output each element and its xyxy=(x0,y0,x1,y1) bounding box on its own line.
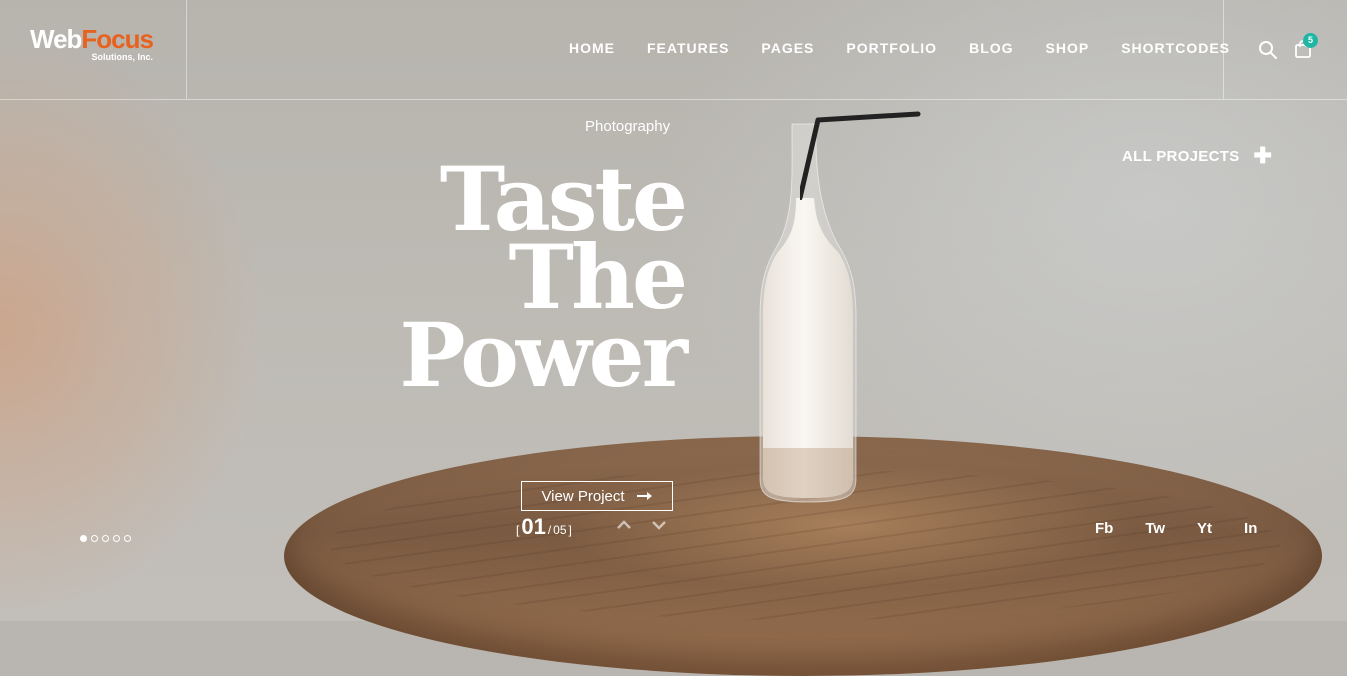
nav-item-features[interactable]: FEATURES xyxy=(647,40,729,56)
current-slide-number: 01 xyxy=(521,514,546,539)
arrow-right-icon xyxy=(636,492,652,500)
slider-pagination xyxy=(80,535,131,542)
chevron-down-icon[interactable] xyxy=(652,520,666,530)
logo-container: WebFocus Solutions, Inc. xyxy=(0,0,187,99)
nav-item-blog[interactable]: BLOG xyxy=(969,40,1013,56)
hero-title: Taste The Power xyxy=(380,155,688,407)
counter-separator: / xyxy=(547,523,552,537)
project-category[interactable]: Photography xyxy=(585,118,670,135)
nav-item-pages[interactable]: PAGES xyxy=(761,40,814,56)
social-link-facebook[interactable]: Fb xyxy=(1095,520,1113,537)
slider-dot-5[interactable] xyxy=(124,535,131,542)
hero-title-line-3: Power xyxy=(399,303,688,407)
logo-text-focus: Focus xyxy=(81,24,154,54)
main-navigation: HOME FEATURES PAGES PORTFOLIO BLOG SHOP … xyxy=(569,40,1262,56)
slider-dot-2[interactable] xyxy=(91,535,98,542)
header-actions: 5 xyxy=(1223,0,1347,99)
plus-icon: ✚ xyxy=(1253,143,1273,168)
all-projects-link[interactable]: ALL PROJECTS ✚ xyxy=(1122,145,1272,167)
straw xyxy=(800,111,921,200)
nav-item-shop[interactable]: SHOP xyxy=(1046,40,1090,56)
slide-counter: [ 01 / 05 ] xyxy=(516,514,572,540)
social-link-linkedin[interactable]: In xyxy=(1244,520,1257,537)
site-logo[interactable]: WebFocus Solutions, Inc. xyxy=(30,24,154,62)
cart-count-badge: 5 xyxy=(1303,33,1318,48)
slider-dot-3[interactable] xyxy=(102,535,109,542)
social-link-twitter[interactable]: Tw xyxy=(1145,520,1165,537)
counter-bracket-close: ] xyxy=(568,523,572,537)
search-icon[interactable] xyxy=(1258,40,1278,60)
site-header: WebFocus Solutions, Inc. HOME FEATURES P… xyxy=(0,0,1347,100)
all-projects-label: ALL PROJECTS xyxy=(1122,147,1240,165)
total-slides-number: 05 xyxy=(553,523,567,537)
nav-item-shortcodes[interactable]: SHORTCODES xyxy=(1121,40,1230,56)
social-links: Fb Tw Yt In xyxy=(1095,520,1289,537)
logo-text-web: Web xyxy=(30,24,82,54)
slider-dot-4[interactable] xyxy=(113,535,120,542)
nav-item-portfolio[interactable]: PORTFOLIO xyxy=(846,40,937,56)
slider-dot-1[interactable] xyxy=(80,535,87,542)
social-link-youtube[interactable]: Yt xyxy=(1197,520,1212,537)
view-project-label: View Project xyxy=(541,487,625,505)
counter-bracket-open: [ xyxy=(516,523,520,537)
view-project-button[interactable]: View Project xyxy=(521,481,673,511)
chevron-up-icon[interactable] xyxy=(617,520,631,530)
logo-subtitle: Solutions, Inc. xyxy=(91,52,153,62)
nav-item-home[interactable]: HOME xyxy=(569,40,615,56)
